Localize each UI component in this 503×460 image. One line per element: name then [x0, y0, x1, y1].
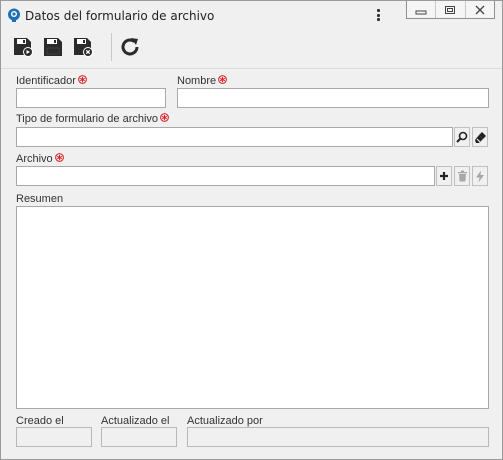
title-bar: Datos del formulario de archivo — [1, 1, 502, 29]
nombre-label-text: Nombre — [177, 75, 217, 87]
creado-label: Creado el — [16, 415, 64, 427]
save-icon[interactable] — [41, 35, 65, 59]
close-icon — [475, 5, 485, 14]
lightning-icon — [476, 170, 484, 182]
actualizado-field — [101, 427, 177, 447]
eraser-icon — [474, 131, 486, 143]
window-controls — [406, 1, 495, 19]
toolbar-separator — [111, 33, 112, 61]
required-icon — [218, 75, 228, 84]
archivo-label-text: Archivo — [16, 153, 53, 165]
required-icon — [78, 75, 87, 84]
window-title: Datos del formulario de archivo — [25, 9, 215, 23]
search-icon — [456, 131, 468, 143]
tipo-search-button[interactable] — [454, 127, 470, 147]
maximize-icon — [445, 5, 456, 14]
nombre-label: Nombre — [177, 75, 228, 87]
refresh-icon[interactable] — [118, 35, 142, 59]
resumen-label: Resumen — [16, 193, 64, 205]
identificador-label: Identificador — [16, 75, 87, 87]
archivo-delete-button[interactable] — [454, 166, 470, 186]
required-icon — [54, 153, 64, 162]
trash-icon — [457, 170, 467, 182]
creado-field — [16, 427, 92, 447]
maximize-button[interactable] — [436, 1, 466, 18]
resumen-textarea[interactable] — [16, 206, 489, 409]
save-close-icon[interactable] — [71, 35, 95, 59]
archivo-add-button[interactable] — [436, 166, 452, 186]
tipo-input[interactable] — [16, 127, 453, 147]
tipo-label: Tipo de formulario de archivo — [16, 113, 169, 125]
archivo-label: Archivo — [16, 153, 64, 165]
identificador-input[interactable] — [16, 88, 166, 108]
tipo-clear-button[interactable] — [472, 127, 488, 147]
archivo-action-button[interactable] — [472, 166, 488, 186]
plus-icon — [440, 172, 448, 180]
required-icon — [160, 113, 169, 122]
app-logo-icon — [8, 8, 20, 22]
minimize-icon — [415, 10, 427, 14]
toolbar — [1, 29, 502, 69]
close-button[interactable] — [466, 1, 494, 18]
actualizado-por-field — [187, 427, 489, 447]
save-plus-icon[interactable] — [11, 35, 35, 59]
archivo-input[interactable] — [16, 166, 435, 186]
more-options-icon[interactable] — [372, 6, 384, 24]
nombre-input[interactable] — [177, 88, 489, 108]
actualizado-por-label: Actualizado por — [187, 415, 263, 427]
minimize-button[interactable] — [407, 1, 437, 18]
actualizado-label: Actualizado el — [101, 415, 170, 427]
tipo-label-text: Tipo de formulario de archivo — [16, 113, 159, 125]
identificador-label-text: Identificador — [16, 75, 76, 87]
dialog-window: Datos del formulario de archivo Identifi… — [0, 0, 503, 460]
